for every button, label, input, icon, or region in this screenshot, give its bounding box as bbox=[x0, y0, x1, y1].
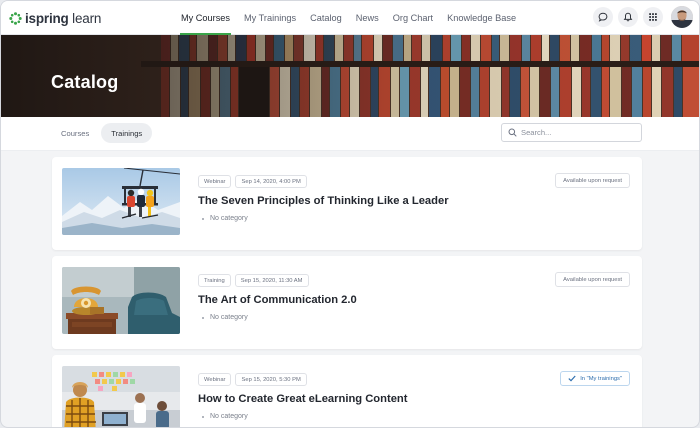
catalog-toolbar: Courses Trainings bbox=[1, 117, 699, 151]
bullet-dot bbox=[202, 415, 204, 418]
training-tags: Webinar Sep 14, 2020, 4:00 PM bbox=[198, 175, 307, 188]
notifications-button[interactable] bbox=[618, 7, 638, 27]
enrolled-status-label: In "My trainings" bbox=[580, 375, 622, 382]
training-category: No category bbox=[202, 215, 248, 222]
training-title[interactable]: The Art of Communication 2.0 bbox=[198, 294, 357, 306]
page-title: Catalog bbox=[51, 72, 119, 92]
category-label: No category bbox=[210, 215, 248, 222]
app-window: ispring learn My Courses My Trainings Ca… bbox=[0, 0, 700, 428]
nav-my-trainings[interactable]: My Trainings bbox=[237, 1, 303, 35]
search-input[interactable] bbox=[521, 128, 631, 137]
user-avatar[interactable] bbox=[671, 6, 693, 28]
training-category: No category bbox=[202, 413, 248, 420]
enrolled-status: In "My trainings" bbox=[560, 371, 630, 386]
training-type-badge: Webinar bbox=[198, 175, 232, 188]
nav-my-courses[interactable]: My Courses bbox=[174, 1, 237, 35]
training-thumbnail bbox=[62, 366, 180, 427]
category-label: No category bbox=[210, 314, 248, 321]
bullet-dot bbox=[202, 316, 204, 319]
training-card[interactable]: Webinar Sep 14, 2020, 4:00 PM The Seven … bbox=[52, 157, 642, 250]
training-tags: Training Sep 15, 2020, 11:30 AM bbox=[198, 274, 309, 287]
training-thumbnail bbox=[62, 267, 180, 334]
search-box[interactable] bbox=[501, 123, 642, 142]
apps-button[interactable] bbox=[643, 7, 663, 27]
category-label: No category bbox=[210, 413, 248, 420]
main-nav: My Courses My Trainings Catalog News Org… bbox=[174, 1, 523, 35]
training-date-badge: Sep 14, 2020, 4:00 PM bbox=[235, 175, 307, 188]
availability-status: Available upon request bbox=[555, 173, 630, 188]
training-title[interactable]: How to Create Great eLearning Content bbox=[198, 393, 407, 405]
vintage-phone-photo bbox=[62, 267, 180, 334]
training-title[interactable]: The Seven Principles of Thinking Like a … bbox=[198, 195, 449, 207]
ispring-logo[interactable]: ispring learn bbox=[9, 10, 101, 26]
training-card[interactable]: Webinar Sep 15, 2020, 5:30 PM How to Cre… bbox=[52, 355, 642, 427]
tab-courses[interactable]: Courses bbox=[51, 123, 99, 143]
chat-button[interactable] bbox=[593, 7, 613, 27]
nav-news[interactable]: News bbox=[349, 1, 386, 35]
training-card[interactable]: Training Sep 15, 2020, 11:30 AM The Art … bbox=[52, 256, 642, 349]
bullet-dot bbox=[202, 217, 204, 220]
check-icon bbox=[568, 375, 576, 382]
ispring-flower-icon bbox=[9, 11, 22, 25]
availability-status: Available upon request bbox=[555, 272, 630, 287]
search-icon bbox=[508, 128, 517, 137]
bell-icon bbox=[623, 12, 633, 22]
training-date-badge: Sep 15, 2020, 11:30 AM bbox=[234, 274, 309, 287]
header-actions bbox=[593, 6, 693, 28]
training-category: No category bbox=[202, 314, 248, 321]
tab-trainings[interactable]: Trainings bbox=[101, 123, 153, 143]
logo-text: ispring learn bbox=[25, 10, 102, 26]
apps-grid-icon bbox=[649, 13, 657, 21]
top-navigation-bar: ispring learn My Courses My Trainings Ca… bbox=[1, 1, 699, 35]
training-date-badge: Sep 15, 2020, 5:30 PM bbox=[235, 373, 307, 386]
chat-icon bbox=[598, 12, 608, 22]
training-type-badge: Webinar bbox=[198, 373, 232, 386]
user-photo bbox=[671, 6, 693, 28]
catalog-tabs: Courses Trainings bbox=[51, 123, 153, 143]
training-thumbnail bbox=[62, 168, 180, 235]
training-type-badge: Training bbox=[198, 274, 231, 287]
catalog-banner: Catalog bbox=[1, 35, 699, 117]
training-tags: Webinar Sep 15, 2020, 5:30 PM bbox=[198, 373, 307, 386]
office-team-photo bbox=[62, 366, 180, 427]
nav-org-chart[interactable]: Org Chart bbox=[386, 1, 440, 35]
ski-lift-photo bbox=[62, 168, 180, 235]
nav-knowledge-base[interactable]: Knowledge Base bbox=[440, 1, 523, 35]
nav-catalog[interactable]: Catalog bbox=[303, 1, 349, 35]
